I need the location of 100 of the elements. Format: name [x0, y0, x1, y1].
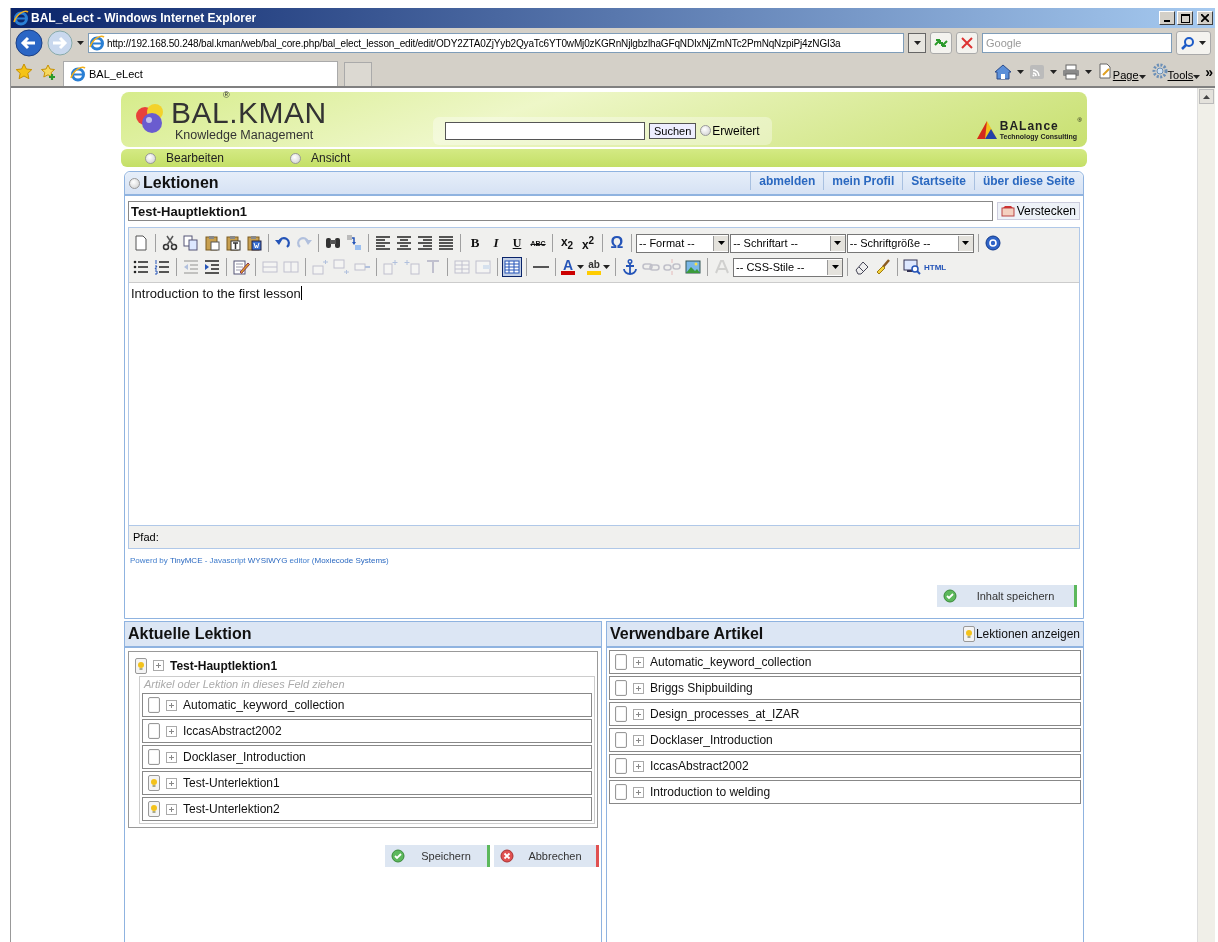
- indent-icon[interactable]: [202, 257, 222, 277]
- format-dropdown[interactable]: -- Format --: [636, 233, 730, 253]
- caret-icon[interactable]: [1199, 41, 1206, 45]
- expand-icon[interactable]: [153, 660, 164, 671]
- nav-link[interactable]: mein Profil: [823, 172, 903, 190]
- menu-item[interactable]: Bearbeiten: [166, 151, 225, 165]
- table-icon[interactable]: [502, 257, 522, 277]
- caret-icon[interactable]: [1016, 70, 1024, 74]
- tree-item[interactable]: Briggs Shipbuilding: [650, 681, 753, 695]
- caret-icon[interactable]: [603, 265, 610, 269]
- highlight-color-button[interactable]: ab: [586, 257, 611, 277]
- expand-icon[interactable]: [166, 725, 177, 737]
- caret-icon[interactable]: [1138, 75, 1146, 79]
- tree-item[interactable]: Design_processes_at_IZAR: [650, 707, 800, 721]
- expand-icon[interactable]: [633, 656, 644, 668]
- expand-icon[interactable]: [166, 803, 177, 815]
- command-menu[interactable]: Tools: [1167, 69, 1194, 81]
- credit-link[interactable]: WYSIWYG: [247, 556, 288, 565]
- expand-icon[interactable]: [166, 699, 177, 711]
- font-dropdown[interactable]: -- Schriftart --: [730, 233, 846, 253]
- search-button[interactable]: Suchen: [649, 122, 697, 139]
- home-icon[interactable]: [993, 64, 1012, 80]
- scissors-icon[interactable]: [160, 233, 180, 253]
- dropdown-arrow-icon[interactable]: [717, 241, 725, 245]
- radio-button[interactable]: [145, 152, 156, 164]
- underline-button[interactable]: U: [507, 233, 527, 253]
- advanced-radio[interactable]: [700, 125, 712, 136]
- notepad-pencil-icon[interactable]: [231, 257, 251, 277]
- caret-icon[interactable]: [1084, 70, 1092, 74]
- clipboard-icon[interactable]: [244, 233, 264, 253]
- search-field[interactable]: Google: [982, 33, 1172, 53]
- expand-icon[interactable]: [633, 734, 644, 746]
- tree-item[interactable]: Docklaser_Introduction: [650, 733, 773, 747]
- caret-icon[interactable]: [1049, 70, 1057, 74]
- caret-icon[interactable]: [577, 265, 584, 269]
- history-caret-icon[interactable]: [77, 41, 84, 45]
- vertical-scrollbar[interactable]: [1197, 88, 1215, 942]
- favorites-star-icon[interactable]: [15, 63, 33, 81]
- font-size-dropdown[interactable]: -- Schriftgröße --: [846, 233, 974, 253]
- search-field[interactable]: [445, 121, 645, 140]
- lesson-title-field[interactable]: Test-Hauptlektion1: [128, 201, 993, 221]
- superscript-button[interactable]: x$^{2}$: [578, 233, 598, 253]
- tree-item[interactable]: IccasAbstract2002: [650, 759, 749, 773]
- browser-tab[interactable]: BAL_eLect: [63, 61, 338, 86]
- clipboard-icon[interactable]: [223, 233, 243, 253]
- credit-link[interactable]: TinyMCE: [169, 556, 203, 565]
- nav-link[interactable]: über diese Seite: [973, 172, 1083, 190]
- stop-button[interactable]: [956, 32, 978, 54]
- text-color-button[interactable]: A: [560, 257, 585, 277]
- expand-icon[interactable]: [166, 777, 177, 789]
- save-button[interactable]: Speichern: [385, 845, 490, 867]
- dropdown-arrow-icon[interactable]: [834, 241, 842, 245]
- help-icon[interactable]: [982, 233, 1003, 253]
- close-button[interactable]: [1197, 11, 1213, 25]
- address-dropdown[interactable]: [908, 33, 926, 53]
- tree-item[interactable]: Introduction to welding: [650, 785, 771, 799]
- add-favorite-icon[interactable]: [39, 63, 57, 81]
- nav-link[interactable]: abmelden: [750, 172, 824, 190]
- italic-button[interactable]: I: [486, 233, 506, 253]
- bold-button[interactable]: B: [465, 233, 485, 253]
- overflow-chevron[interactable]: »: [1205, 64, 1211, 80]
- back-button[interactable]: [15, 29, 43, 57]
- landscape-image-icon[interactable]: [683, 257, 703, 277]
- printer-icon[interactable]: [1061, 64, 1080, 80]
- tree-item[interactable]: Test-Unterlektion1: [183, 776, 280, 790]
- save-content-button[interactable]: Inhalt speichern: [937, 585, 1077, 607]
- justify-icon[interactable]: [436, 233, 456, 253]
- css-style-dropdown[interactable]: -- CSS-Stile --: [733, 257, 843, 277]
- copy-icon[interactable]: [181, 233, 201, 253]
- cancel-button[interactable]: Abbrechen: [494, 845, 599, 867]
- caret-icon[interactable]: [1193, 75, 1201, 79]
- expand-icon[interactable]: [633, 760, 644, 772]
- align-right-icon[interactable]: [415, 233, 435, 253]
- tree-item[interactable]: Test-Unterlektion2: [183, 802, 280, 816]
- command-menu[interactable]: Page: [1112, 69, 1139, 81]
- hide-button[interactable]: Verstecken: [996, 202, 1080, 220]
- radio-button[interactable]: [290, 152, 301, 164]
- clipboard-icon[interactable]: [202, 233, 222, 253]
- drop-zone[interactable]: Artikel oder Lektion in dieses Feld ziehen Automatic_keyword_collection IccasAbstract2002 Docklaser_Introduction Test-Unterlektion1 Test-Unterlektion2: [139, 676, 595, 824]
- show-lessons-button[interactable]: Lektionen anzeigen: [962, 626, 1080, 642]
- tree-item[interactable]: Docklaser_Introduction: [183, 750, 306, 764]
- minimize-button[interactable]: [1159, 11, 1175, 25]
- menu-item[interactable]: Ansicht: [311, 151, 351, 165]
- tree-item[interactable]: IccasAbstract2002: [183, 724, 282, 738]
- preview-icon[interactable]: [902, 257, 922, 277]
- search-button[interactable]: [1176, 31, 1211, 55]
- anchor-icon[interactable]: [620, 257, 640, 277]
- align-center-icon[interactable]: [394, 233, 414, 253]
- nav-link[interactable]: Startseite: [902, 172, 974, 190]
- scroll-up-arrow-icon[interactable]: [1203, 94, 1210, 99]
- html-source-button[interactable]: HTML: [923, 257, 948, 277]
- subscript-button[interactable]: x$_{2}$: [557, 233, 577, 253]
- expand-icon[interactable]: [633, 708, 644, 720]
- replace-icon[interactable]: [344, 233, 364, 253]
- numbered-list-icon[interactable]: [152, 257, 172, 277]
- dropdown-arrow-icon[interactable]: [962, 241, 970, 245]
- special-character-button[interactable]: Ω: [607, 233, 627, 253]
- caret-icon[interactable]: [913, 41, 921, 45]
- expand-icon[interactable]: [633, 786, 644, 798]
- expand-icon[interactable]: [166, 751, 177, 763]
